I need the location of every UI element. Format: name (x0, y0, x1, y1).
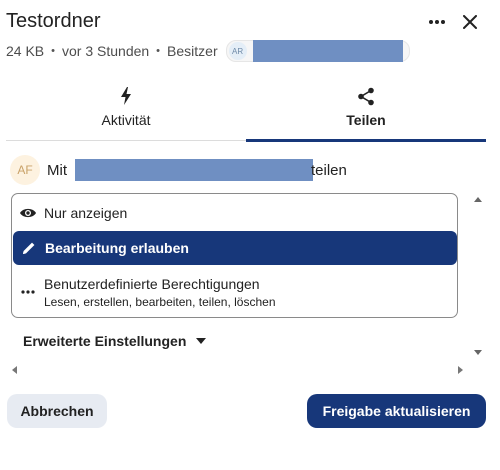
permission-option-edit[interactable]: Bearbeitung erlauben (13, 231, 457, 265)
share-icon (357, 85, 375, 107)
meta-separator: • (51, 45, 55, 57)
owner-name-redacted (252, 40, 403, 62)
scroll-left-arrow[interactable] (12, 366, 17, 374)
caret-down-icon (196, 338, 207, 344)
permission-option-label: Bearbeitung erlauben (45, 240, 189, 256)
eye-icon (12, 207, 44, 219)
permission-option-text: Benutzerdefinierte Berechtigungen Lesen,… (44, 276, 276, 309)
permission-option-custom[interactable]: Benutzerdefinierte Berechtigungen Lesen,… (12, 272, 457, 312)
cancel-button[interactable]: Abbrechen (7, 394, 107, 428)
permission-option-sublabel: Lesen, erstellen, bearbeiten, teilen, lö… (44, 294, 276, 309)
owner-label: Besitzer (167, 43, 218, 59)
more-horizontal-icon (12, 290, 44, 294)
permission-option-label: Benutzerdefinierte Berechtigungen (44, 275, 260, 292)
permission-option-view[interactable]: Nur anzeigen (12, 200, 457, 226)
tab-activity[interactable]: Aktivität (6, 78, 246, 140)
permission-listbox[interactable]: Nur anzeigen Bearbeitung erlauben Benutz… (11, 193, 458, 318)
panel-title: Testordner (6, 10, 101, 32)
item-meta: 24 KB • vor 3 Stunden • Besitzer AR (6, 40, 410, 62)
advanced-settings-label: Erweiterte Einstellungen (23, 333, 187, 349)
recipient-avatar: AF (10, 155, 40, 185)
more-horizontal-icon (429, 20, 445, 24)
owner-avatar: AR (228, 42, 247, 60)
file-size: 24 KB (6, 43, 45, 59)
tab-share-label: Teilen (346, 112, 386, 128)
owner-chip[interactable]: AR (225, 40, 410, 62)
share-recipient-row: AF Mit teilen (10, 154, 347, 186)
tab-share[interactable]: Teilen (246, 78, 486, 142)
scroll-up-arrow[interactable] (474, 197, 482, 202)
scroll-down-arrow[interactable] (474, 350, 482, 355)
share-suffix-text: teilen (311, 161, 347, 179)
meta-separator: • (156, 45, 161, 57)
scroll-right-arrow[interactable] (458, 366, 463, 374)
recipient-name-redacted (75, 159, 313, 181)
close-button[interactable] (458, 10, 482, 34)
more-options-button[interactable] (425, 10, 449, 34)
advanced-settings-toggle[interactable]: Erweiterte Einstellungen (23, 333, 207, 349)
tab-bar: Aktivität Teilen (6, 78, 486, 142)
activity-bolt-icon (120, 85, 132, 107)
permission-option-label: Nur anzeigen (44, 205, 128, 221)
update-share-button[interactable]: Freigabe aktualisieren (307, 394, 486, 428)
close-icon (463, 15, 477, 29)
pencil-icon (13, 241, 45, 255)
share-prefix-text: Mit (47, 161, 67, 179)
tab-activity-label: Aktivität (101, 112, 151, 128)
modified-time: vor 3 Stunden (62, 43, 150, 59)
